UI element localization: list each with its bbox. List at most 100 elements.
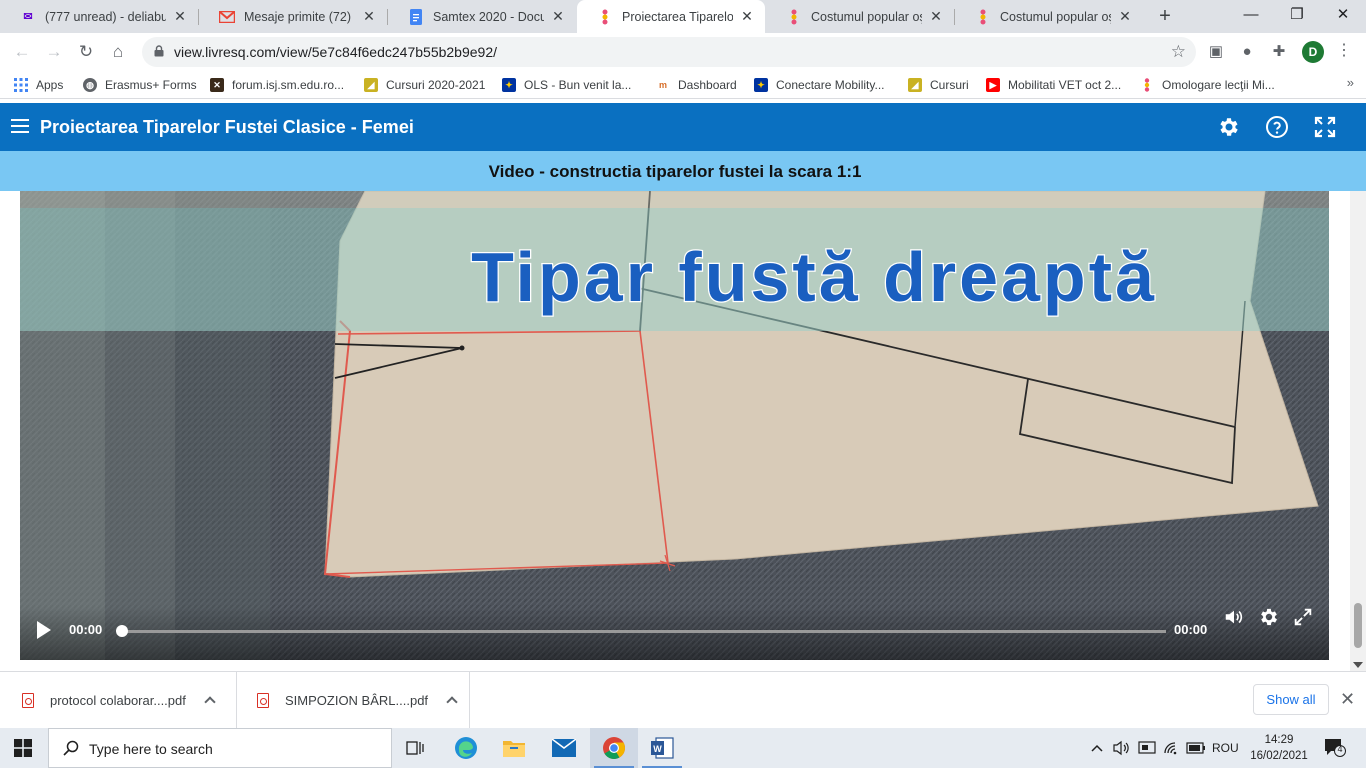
help-icon[interactable] [1265,115,1289,139]
clock-date: 16/02/2021 [1250,750,1308,762]
tab-close-icon[interactable]: ✕ [550,8,566,25]
browser-tab-livresq-3[interactable]: Costumul popular oşen ✕ [955,0,1143,33]
browser-tab-google-docs[interactable]: Samtex 2020 - Docume ✕ [388,0,576,33]
tab-close-icon[interactable]: ✕ [172,8,188,25]
fullscreen-icon[interactable] [1313,115,1337,139]
bookmark-label: Erasmus+ Forms [105,78,197,92]
minimize-window-button[interactable]: — [1228,0,1274,33]
tab-title: (777 unread) - deliabuz [45,9,166,24]
taskbar-word[interactable]: W [638,728,686,768]
extension-icon[interactable]: ● [1237,42,1257,62]
chevron-up-icon[interactable] [446,696,458,708]
battery-icon [1186,742,1205,754]
action-center-button[interactable]: 4 [1324,738,1346,758]
taskbar-search-box[interactable]: Type here to search [48,728,392,768]
tray-display[interactable] [1138,728,1156,768]
input-language[interactable]: ROU [1212,728,1239,768]
bookmark-label: Mobilitati VET oct 2... [1008,78,1122,92]
tab-title: Costumul popular oşen [811,9,922,24]
task-view-button[interactable] [392,728,440,768]
bookmark-label: Cursuri [930,78,969,92]
bookmark-ols[interactable]: ✦ OLS - Bun venit la... [502,75,631,95]
livresq-icon [1140,78,1154,92]
bookmarks-bar: Apps ◍ Erasmus+ Forms ✕ forum.isj.sm.edu… [0,71,1366,99]
back-button[interactable]: ← [10,40,34,64]
tab-close-icon[interactable]: ✕ [739,8,755,25]
tab-close-icon[interactable]: ✕ [928,8,944,25]
forward-button[interactable]: → [42,40,66,64]
bookmark-forum[interactable]: ✕ forum.isj.sm.edu.ro... [210,75,344,95]
extension-icon[interactable]: ▣ [1206,42,1226,62]
edge-browser-icon [455,737,477,759]
yahoo-mail-icon: ✉ [23,11,33,23]
globe-icon: ◍ [83,78,97,92]
tray-battery[interactable] [1186,728,1206,768]
seek-handle[interactable] [116,625,128,637]
file-explorer-folder-icon [503,741,525,757]
more-bookmarks-icon[interactable]: » [1347,75,1354,90]
video-settings-gear-icon[interactable] [1258,606,1280,628]
display-icon [1138,741,1156,754]
play-icon[interactable] [37,621,51,639]
bookmark-label: Dashboard [678,78,737,92]
windows-start-icon[interactable] [14,739,32,757]
reload-button[interactable]: ↻ [74,40,98,64]
download-item[interactable]: protocol colaborar....pdf [0,672,237,728]
bookmark-erasmus-forms[interactable]: ◍ Erasmus+ Forms [83,75,197,95]
bookmark-dashboard[interactable]: m Dashboard [656,75,737,95]
bookmark-conectare-mobility[interactable]: ✦ Conectare Mobility... [754,75,885,95]
browser-menu-icon[interactable]: ⋮ [1336,41,1352,61]
current-time: 00:00 [69,622,103,637]
tray-network[interactable] [1163,728,1181,768]
taskbar-mail[interactable] [540,728,588,768]
video-player[interactable]: Tipar fustă dreaptă 00:00 00:00 [20,191,1329,660]
seek-bar[interactable] [116,625,1166,637]
browser-tab-yahoo-mail[interactable]: ✉ (777 unread) - deliabuz ✕ [0,0,198,33]
browser-tab-gmail[interactable]: Mesaje primite (72) - bu ✕ [199,0,387,33]
svg-text:W: W [653,744,662,754]
taskbar-clock[interactable]: 14:29 16/02/2021 [1244,732,1314,764]
page-scrollbar[interactable] [1350,191,1366,671]
show-hidden-icons-chevron[interactable] [1090,728,1104,768]
video-fullscreen-icon[interactable] [1292,606,1314,628]
bookmark-mobilitati-vet[interactable]: ▶ Mobilitati VET oct 2... [986,75,1121,95]
download-item[interactable]: SIMPOZION BÂRL....pdf [237,672,470,728]
video-frame: Tipar fustă dreaptă [20,191,1329,660]
search-icon [63,740,79,756]
taskbar-file-explorer[interactable] [490,728,538,768]
chrome-browser-icon [603,737,625,759]
chevron-up-icon[interactable] [204,696,216,708]
bookmark-cursuri[interactable]: ◢ Cursuri [908,75,969,95]
page-title: Proiectarea Tiparelor Fustei Clasice - F… [40,117,414,137]
close-window-button[interactable]: ✕ [1320,0,1366,33]
scroll-down-arrow-icon[interactable] [1353,662,1363,668]
profile-avatar[interactable]: D [1302,41,1324,63]
home-button[interactable]: ⌂ [106,40,130,64]
browser-tab-livresq-active[interactable]: Proiectarea Tiparelor Fu ✕ [577,0,765,33]
menu-icon[interactable] [11,119,29,133]
taskbar-edge[interactable] [442,728,490,768]
close-download-shelf-icon[interactable]: ✕ [1340,689,1355,710]
bookmark-cursuri-2020[interactable]: ◢ Cursuri 2020-2021 [364,75,485,95]
new-tab-button[interactable]: + [1153,5,1177,29]
volume-icon[interactable] [1223,606,1245,628]
taskbar-chrome[interactable] [590,728,638,768]
lock-icon[interactable] [154,45,164,57]
show-all-downloads-button[interactable]: Show all [1253,684,1329,715]
url-text[interactable]: view.livresq.com/view/5e7c84f6edc247b55b… [174,44,497,60]
tray-speaker[interactable] [1113,728,1131,768]
bookmark-star-icon[interactable]: ☆ [1171,42,1186,62]
video-overlay-title: Tipar fustă dreaptă [471,238,1157,316]
bookmark-apps[interactable]: Apps [14,75,63,95]
tab-close-icon[interactable]: ✕ [361,8,377,25]
address-bar[interactable]: view.livresq.com/view/5e7c84f6edc247b55b… [142,37,1196,67]
app-header: Proiectarea Tiparelor Fustei Clasice - F… [0,103,1366,151]
restore-window-button[interactable]: ❐ [1274,0,1320,33]
tab-close-icon[interactable]: ✕ [1117,8,1133,25]
bookmark-omologare[interactable]: Omologare lecţii Mi... [1140,75,1275,95]
puzzle-extensions-icon[interactable]: ✚ [1269,42,1289,62]
scrollbar-thumb[interactable] [1354,603,1362,648]
speaker-icon [1113,740,1129,756]
browser-tab-livresq-2[interactable]: Costumul popular oşen ✕ [766,0,954,33]
settings-gear-icon[interactable] [1217,115,1241,139]
